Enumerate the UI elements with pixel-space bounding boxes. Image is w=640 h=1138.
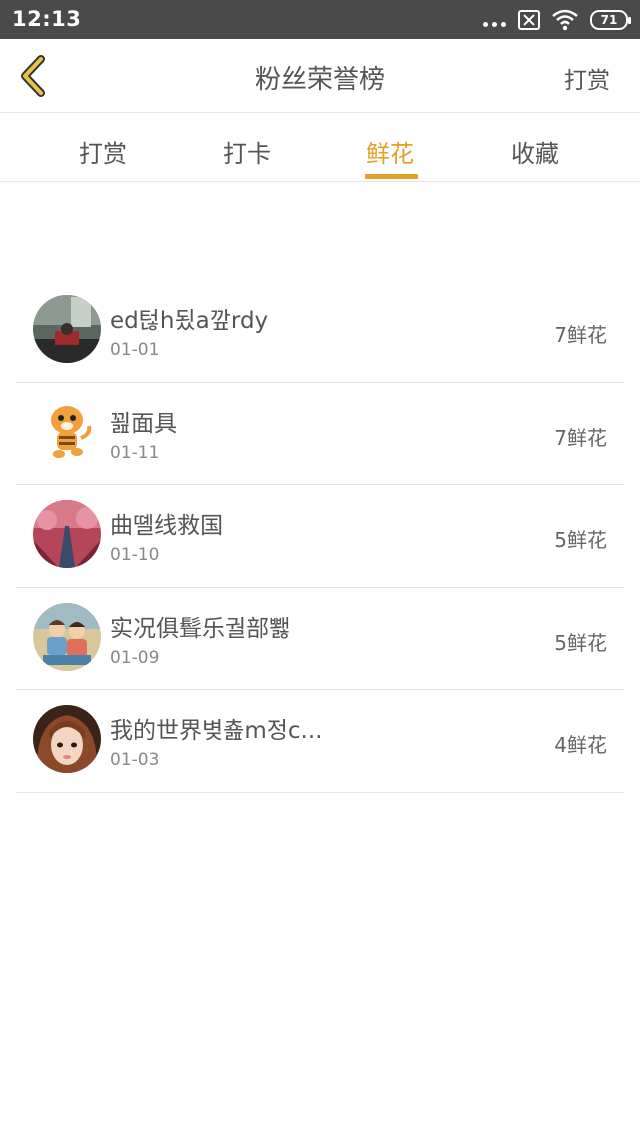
avatar: [33, 500, 101, 568]
fan-name: 曲뗼线救国: [110, 513, 224, 539]
fan-date: 01-03: [110, 750, 160, 770]
wifi-icon: [552, 9, 578, 31]
tab-favorites[interactable]: 收藏: [511, 134, 559, 169]
battery-icon: 71: [590, 10, 631, 30]
flower-count: 7鲜花: [554, 323, 607, 347]
fan-name: 实况俱髶乐궐部뾇: [110, 615, 291, 642]
list-item[interactable]: 曲뗼线救国 01-10 5鲜花: [16, 485, 624, 588]
fan-name: 꾎面具: [110, 410, 178, 437]
avatar: [33, 705, 101, 773]
header: 粉丝荣誉榜 打赏: [0, 39, 640, 113]
active-tab-indicator: [365, 174, 418, 179]
list-item[interactable]: 实况俱髶乐궐部뾇 01-09 5鲜花: [16, 588, 624, 690]
list-item[interactable]: 我的世界볒춆m정c... 01-03 4鲜花: [16, 690, 624, 793]
avatar: [33, 295, 101, 363]
list-item[interactable]: 꾎面具 01-11 7鲜花: [16, 383, 624, 485]
fan-ranking-list: ed턶h됬a깦rdy 01-01 7鲜花 꾎面具 01-11 7鲜花 曲뗼线救国…: [16, 280, 624, 793]
tab-reward[interactable]: 打赏: [79, 134, 127, 169]
tab-flowers[interactable]: 鲜花: [366, 134, 414, 169]
tab-bar: 打赏 打卡 鲜花 收藏: [0, 114, 640, 182]
flower-count: 5鲜花: [554, 630, 607, 655]
fan-date: 01-11: [110, 442, 160, 463]
status-time: 12:13: [12, 7, 82, 31]
list-item[interactable]: ed턶h됬a깦rdy 01-01 7鲜花: [16, 280, 624, 383]
no-sim-icon: [518, 10, 540, 30]
flower-count: 5鲜花: [554, 528, 607, 552]
status-bar: 12:13 71: [0, 0, 640, 39]
avatar: [33, 602, 101, 671]
tab-checkin[interactable]: 打卡: [223, 134, 271, 169]
flower-count: 4鲜花: [554, 733, 607, 757]
fan-date: 01-10: [110, 545, 160, 565]
page-title: 粉丝荣誉榜: [254, 65, 385, 95]
avatar: [33, 397, 101, 466]
fan-date: 01-09: [110, 647, 160, 668]
status-icons: 71: [483, 8, 631, 32]
flower-count: 7鲜花: [554, 425, 607, 450]
fan-name: ed턶h됬a깦rdy: [110, 308, 269, 334]
reward-button[interactable]: 打赏: [564, 61, 610, 95]
fan-name: 我的世界볒춆m정c...: [110, 718, 323, 744]
more-dots-icon: [483, 8, 506, 32]
fan-date: 01-01: [110, 340, 160, 360]
